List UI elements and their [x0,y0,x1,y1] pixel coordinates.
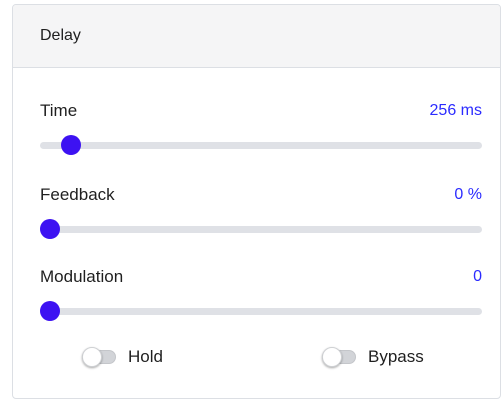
param-time-row: Time 256 ms [40,101,482,121]
panel-title: Delay [40,27,81,44]
bypass-toggle[interactable]: Bypass [322,347,424,367]
hold-label: Hold [128,347,163,366]
slider-track [40,142,482,149]
param-label: Modulation [40,267,124,286]
param-modulation: Modulation 0 [40,267,482,322]
param-feedback-row: Feedback 0 % [40,185,482,205]
bypass-label: Bypass [368,347,424,366]
param-feedback: Feedback 0 % [40,185,482,240]
hold-switch[interactable] [82,347,116,367]
feedback-slider[interactable] [40,218,482,240]
param-value: 256 ms [429,102,482,119]
param-modulation-row: Modulation 0 [40,267,482,287]
param-label: Feedback [40,185,115,204]
modulation-slider[interactable] [40,300,482,322]
time-slider[interactable] [40,134,482,156]
toggle-row: Hold Bypass [13,347,500,371]
param-value: 0 [473,268,482,285]
bypass-switch[interactable] [322,347,356,367]
slider-thumb[interactable] [40,219,60,239]
delay-panel: Delay Time 256 ms Feedback 0 % Modulatio… [12,4,501,399]
panel-header: Delay [13,5,500,68]
hold-toggle[interactable]: Hold [82,347,163,367]
slider-thumb[interactable] [61,135,82,155]
param-value: 0 % [454,186,482,203]
switch-knob [82,347,102,367]
slider-track [40,308,482,315]
slider-track [40,226,482,233]
switch-knob [322,347,342,367]
slider-thumb[interactable] [40,301,60,321]
param-time: Time 256 ms [40,101,482,156]
param-label: Time [40,101,78,120]
